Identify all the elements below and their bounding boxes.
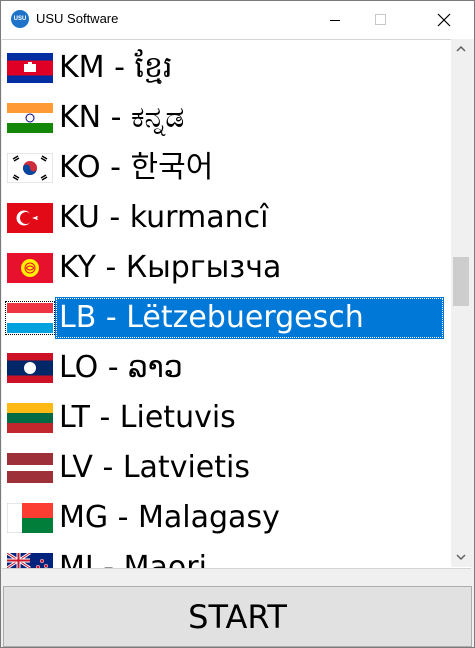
language-label: MG - Malagasy [59,500,280,535]
language-list-items: KM - ខ្មែរ KN - ಕನ್ನಡ KO - 한국어 KU - kurm… [2,43,452,569]
language-label: LB - Lëtzebuergesch [55,297,444,339]
south-korea-flag-icon [7,153,53,183]
latvia-flag-icon [7,453,53,483]
language-label: KN - ಕನ್ನಡ [59,100,185,135]
language-label: KU - kurmancî [59,200,269,235]
chevron-up-icon [456,45,466,52]
language-item-mi[interactable]: MI - Maori [2,543,452,569]
kyrgyzstan-flag-icon [7,253,53,283]
scroll-thumb[interactable] [453,257,469,306]
language-item-kn[interactable]: KN - ಕನ್ನಡ [2,93,452,143]
language-item-lt[interactable]: LT - Lietuvis [2,393,452,443]
language-label: LV - Latvietis [59,450,250,485]
language-label: LO - ລາວ [59,350,183,385]
madagascar-flag-icon [7,503,53,533]
language-item-lb[interactable]: LB - Lëtzebuergesch [2,293,452,343]
cambodia-flag-icon [7,53,53,83]
usu-logo-icon: USU [11,10,29,28]
lithuania-flag-icon [7,403,53,433]
laos-flag-icon [7,353,53,383]
language-item-km[interactable]: KM - ខ្មែរ [2,43,452,93]
language-label: MI - Maori [59,550,207,569]
luxembourg-flag-icon [7,303,53,333]
scroll-up-button[interactable] [451,39,471,59]
language-item-ky[interactable]: KY - Кыргызча [2,243,452,293]
close-button[interactable] [421,1,467,39]
app-window: USU USU Software KM - ខ្មែរ KN - ಕನ್ನಡ K… [0,0,475,648]
language-label: KM - ខ្មែរ [59,50,173,85]
minimize-icon [330,20,340,21]
app-icon-text: USU [13,16,27,22]
language-label: LT - Lietuvis [59,400,236,435]
language-item-lo[interactable]: LO - ລາວ [2,343,452,393]
language-list[interactable]: KM - ខ្មែរ KN - ಕನ್ನಡ KO - 한국어 KU - kurm… [2,39,471,569]
language-item-lv[interactable]: LV - Latvietis [2,443,452,493]
chevron-down-icon [456,554,466,561]
language-label: KO - 한국어 [59,150,214,185]
window-title: USU Software [36,11,119,26]
turkey-flag-icon [7,203,53,233]
minimize-button[interactable] [312,1,358,39]
india-flag-icon [7,103,53,133]
language-item-ko[interactable]: KO - 한국어 [2,143,452,193]
close-icon [437,13,451,27]
title-bar[interactable]: USU USU Software [1,1,474,39]
new-zealand-flag-icon [7,553,53,568]
maximize-button[interactable] [358,1,404,39]
maximize-icon [375,14,386,25]
start-button[interactable]: START [3,586,472,647]
language-label: KY - Кыргызча [59,250,282,285]
vertical-scrollbar[interactable] [451,39,471,567]
scroll-down-button[interactable] [451,547,471,567]
language-item-mg[interactable]: MG - Malagasy [2,493,452,543]
language-item-ku[interactable]: KU - kurmancî [2,193,452,243]
